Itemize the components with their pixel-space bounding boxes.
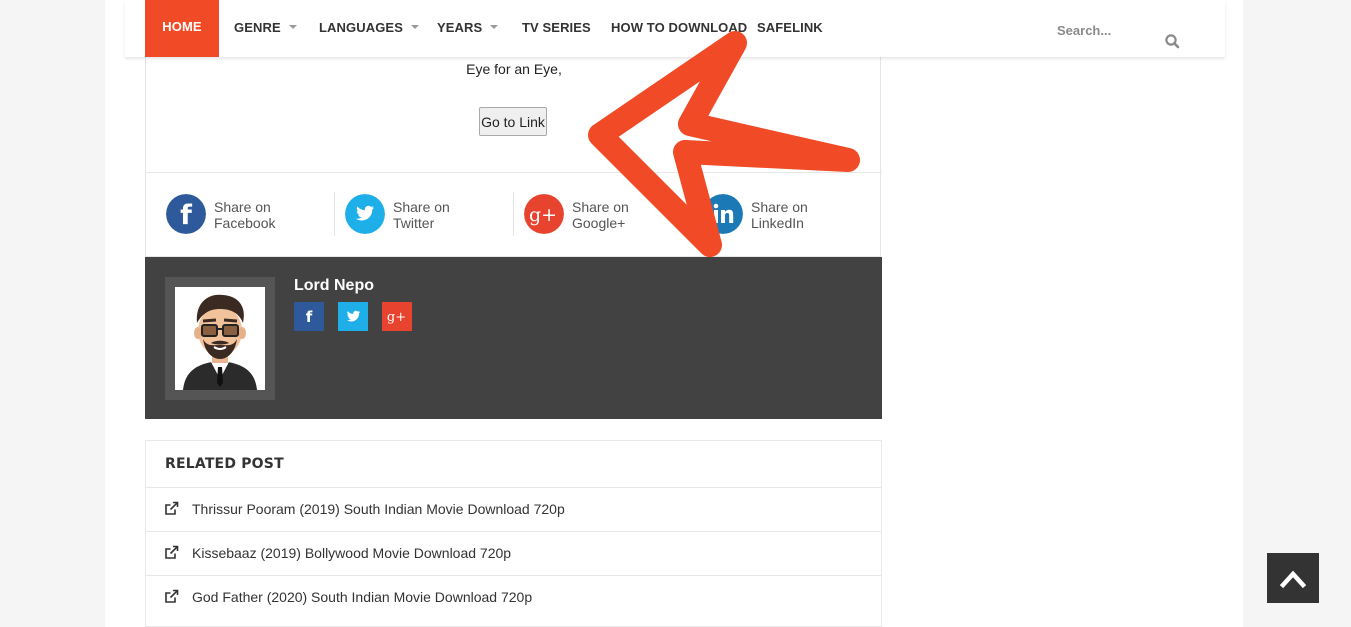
related-posts: RELATED POST Thrissur Pooram (2019) Sout… bbox=[145, 440, 882, 627]
external-link-icon bbox=[165, 501, 179, 515]
scroll-to-top-button[interactable] bbox=[1267, 553, 1319, 603]
author-google-plus-icon[interactable]: g+ bbox=[382, 302, 412, 331]
nav-home[interactable]: HOME bbox=[145, 0, 219, 57]
share-linkedin[interactable]: Share on LinkedIn bbox=[703, 193, 873, 237]
google-plus-icon: g+ bbox=[524, 194, 564, 234]
chevron-down-icon bbox=[410, 24, 419, 29]
svg-text:g+: g+ bbox=[387, 310, 406, 325]
chevron-down-icon bbox=[490, 24, 499, 29]
share-google-plus-line1: Share on bbox=[572, 199, 629, 215]
share-twitter-label: Share on Twitter bbox=[393, 199, 450, 231]
share-google-plus-label: Share on Google+ bbox=[572, 199, 629, 231]
twitter-icon bbox=[345, 194, 385, 234]
author-name[interactable]: Lord Nepo bbox=[294, 277, 374, 295]
nav-genre-label: GENRE bbox=[234, 20, 281, 35]
author-box: Lord Nepo f g+ bbox=[145, 257, 882, 419]
share-facebook-line1: Share on bbox=[214, 199, 271, 215]
go-to-link-button[interactable]: Go to Link bbox=[479, 107, 547, 136]
share-twitter-line2: Twitter bbox=[393, 215, 435, 231]
author-facebook-icon[interactable]: f bbox=[294, 302, 324, 331]
svg-text:g+: g+ bbox=[529, 204, 557, 226]
share-facebook-line2: Facebook bbox=[214, 215, 276, 231]
share-divider bbox=[513, 192, 514, 236]
nav-how-to-download[interactable]: HOW TO DOWNLOAD bbox=[611, 0, 747, 57]
related-post-link[interactable]: God Father (2020) South Indian Movie Dow… bbox=[192, 589, 532, 605]
main-navbar: HOME GENRE LANGUAGES YEARS TV SERIES HOW… bbox=[125, 0, 1225, 57]
related-post-title: RELATED POST bbox=[165, 456, 284, 472]
chevron-up-icon bbox=[1279, 570, 1307, 589]
related-post-item: Thrissur Pooram (2019) South Indian Movi… bbox=[146, 487, 881, 532]
share-divider bbox=[334, 192, 335, 236]
nav-years[interactable]: YEARS bbox=[437, 0, 499, 57]
share-linkedin-label: Share on LinkedIn bbox=[751, 199, 808, 231]
nav-languages-label: LANGUAGES bbox=[319, 20, 403, 35]
author-twitter-icon[interactable] bbox=[338, 302, 368, 331]
nav-genre[interactable]: GENRE bbox=[234, 0, 297, 57]
avatar bbox=[175, 287, 265, 390]
nav-tv-series[interactable]: TV SERIES bbox=[522, 0, 591, 57]
avatar-frame bbox=[165, 277, 275, 400]
share-linkedin-line2: LinkedIn bbox=[751, 215, 804, 231]
share-facebook-label: Share on Facebook bbox=[214, 199, 275, 231]
search-icon[interactable] bbox=[1164, 33, 1182, 51]
linkedin-icon bbox=[703, 194, 743, 234]
external-link-icon bbox=[165, 545, 179, 559]
related-post-link[interactable]: Kissebaaz (2019) Bollywood Movie Downloa… bbox=[192, 545, 511, 561]
chevron-down-icon bbox=[288, 24, 297, 29]
related-post-item: Kissebaaz (2019) Bollywood Movie Downloa… bbox=[146, 531, 881, 576]
share-google-plus-line2: Google+ bbox=[572, 215, 626, 231]
svg-text:f: f bbox=[180, 200, 192, 231]
share-linkedin-line1: Share on bbox=[751, 199, 808, 215]
nav-years-label: YEARS bbox=[437, 20, 483, 35]
nav-languages[interactable]: LANGUAGES bbox=[319, 0, 419, 57]
share-google-plus[interactable]: g+ Share on Google+ bbox=[524, 193, 694, 237]
share-twitter-line1: Share on bbox=[393, 199, 450, 215]
related-post-link[interactable]: Thrissur Pooram (2019) South Indian Movi… bbox=[192, 501, 565, 517]
post-text: Eye for an Eye, bbox=[466, 61, 562, 77]
external-link-icon bbox=[165, 589, 179, 603]
nav-safelink[interactable]: SAFELINK bbox=[757, 0, 823, 57]
share-bar: f Share on Facebook Share on Twitter g+ … bbox=[146, 172, 882, 258]
facebook-icon: f bbox=[166, 194, 206, 234]
share-divider bbox=[692, 192, 693, 236]
share-twitter[interactable]: Share on Twitter bbox=[345, 193, 515, 237]
related-post-item: God Father (2020) South Indian Movie Dow… bbox=[146, 575, 881, 620]
svg-text:f: f bbox=[306, 308, 313, 326]
share-facebook[interactable]: f Share on Facebook bbox=[166, 193, 336, 237]
